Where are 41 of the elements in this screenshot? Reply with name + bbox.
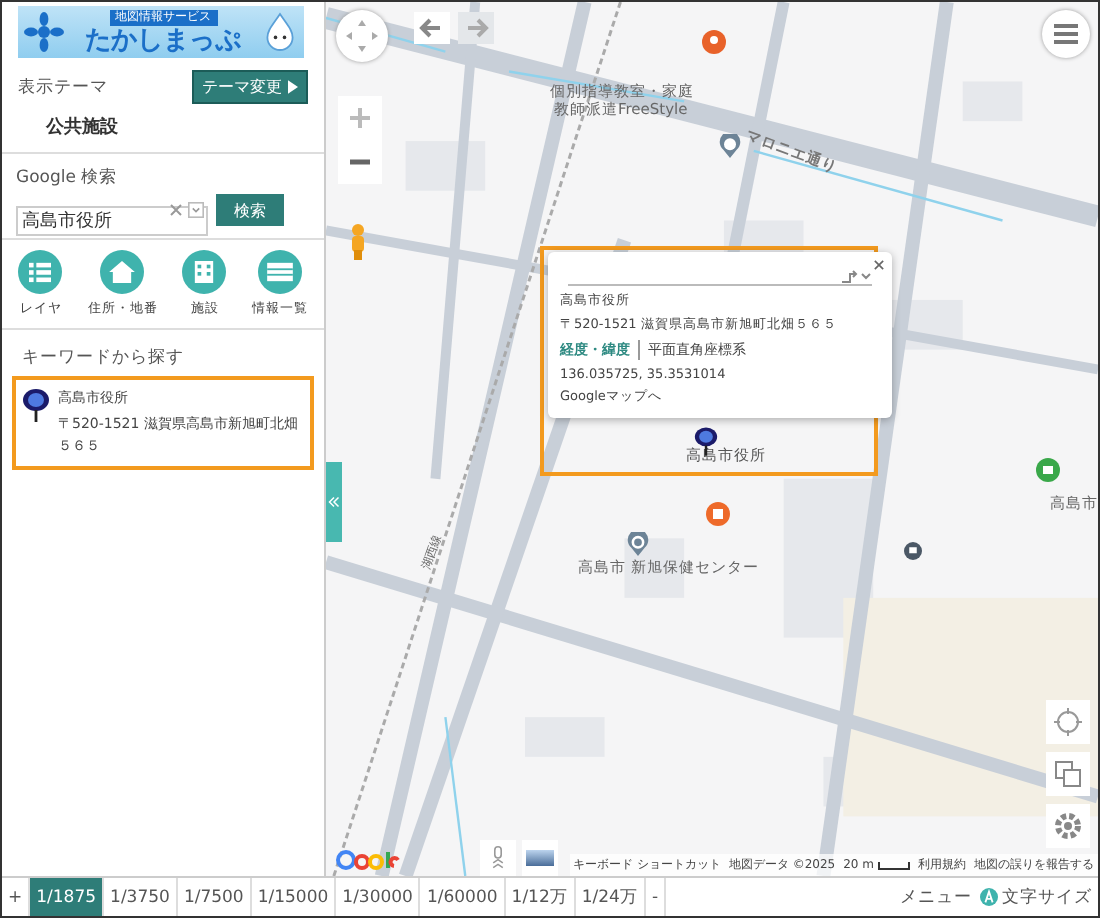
theme-change-button[interactable]: テーマ変更 bbox=[192, 70, 308, 104]
map-pin-icon bbox=[22, 388, 50, 424]
mascot-icon bbox=[262, 12, 298, 52]
bus-stop-icon bbox=[904, 542, 922, 560]
bus-icon bbox=[706, 502, 730, 526]
scale-button[interactable]: 1/1875 bbox=[30, 878, 105, 916]
chevron-icon bbox=[328, 496, 340, 508]
pan-control[interactable] bbox=[336, 10, 388, 62]
search-button[interactable]: 検索 bbox=[216, 194, 284, 226]
layers-icon[interactable] bbox=[1046, 752, 1090, 796]
settings-icon[interactable] bbox=[1046, 804, 1090, 848]
location-pin-icon bbox=[626, 532, 650, 556]
theme-value: 公共施設 bbox=[46, 114, 120, 140]
route-icon[interactable] bbox=[840, 268, 872, 284]
street-view-icon[interactable] bbox=[480, 840, 516, 876]
house-icon[interactable] bbox=[100, 250, 145, 294]
keyword-heading: キーワードから探す bbox=[22, 346, 186, 370]
menu-icon[interactable] bbox=[1042, 10, 1090, 58]
collapse-panel-tab[interactable] bbox=[326, 462, 342, 542]
pegman-icon[interactable] bbox=[348, 222, 368, 262]
table-icon[interactable] bbox=[257, 250, 302, 294]
school-pin-icon bbox=[718, 134, 742, 158]
close-icon[interactable] bbox=[874, 260, 884, 270]
shop-icon bbox=[1036, 458, 1060, 482]
building-icon[interactable] bbox=[182, 250, 227, 294]
menu-link[interactable]: メニュー bbox=[900, 885, 972, 909]
logo-title: たかしまっぷ bbox=[85, 25, 241, 55]
satellite-thumbnail[interactable] bbox=[522, 840, 558, 876]
dropdown-icon[interactable] bbox=[188, 202, 204, 218]
list-icon[interactable] bbox=[18, 250, 63, 294]
clear-icon[interactable] bbox=[170, 204, 182, 216]
text-size-link[interactable]: 文字サイズ bbox=[1002, 885, 1092, 909]
search-label: Google 検索 bbox=[16, 166, 120, 190]
crosshair-icon[interactable] bbox=[1046, 700, 1090, 744]
flower-icon bbox=[24, 12, 64, 52]
letter-a-icon bbox=[980, 888, 998, 906]
triangle-icon bbox=[288, 80, 298, 94]
theme-label: 表示テーマ bbox=[18, 75, 108, 99]
google-logo-icon bbox=[336, 848, 400, 872]
search-field[interactable]: 高島市役所 bbox=[16, 205, 208, 235]
pin-icon bbox=[702, 30, 726, 54]
